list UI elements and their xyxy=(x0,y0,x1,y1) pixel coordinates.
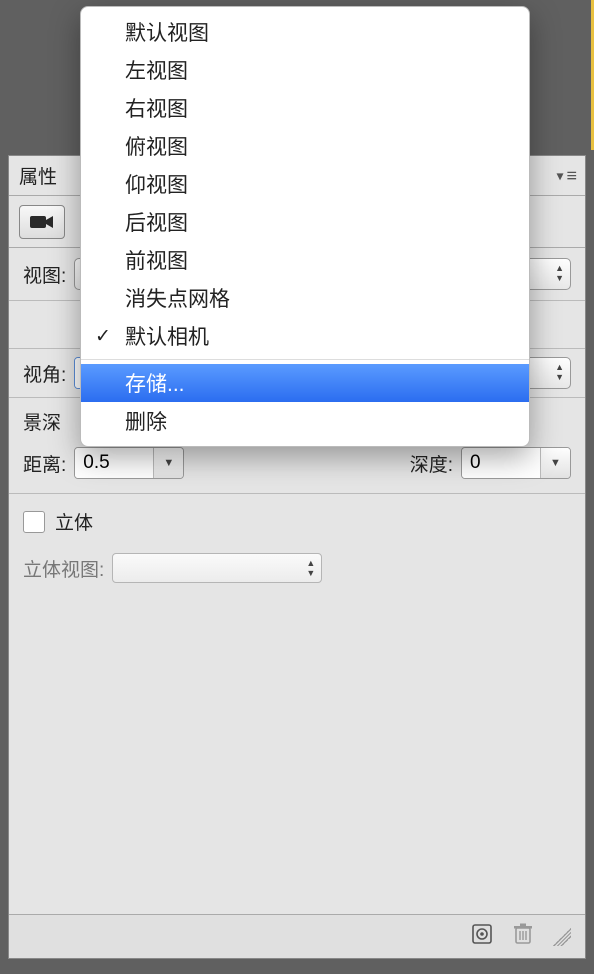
depth-input[interactable] xyxy=(462,448,540,478)
render-settings-button[interactable] xyxy=(471,923,493,950)
panel-title: 属性 xyxy=(19,162,57,189)
menu-item[interactable]: 默认相机 xyxy=(81,317,529,355)
menu-item[interactable]: 默认视图 xyxy=(81,13,529,51)
dropdown-arrows-icon: ▲▼ xyxy=(306,558,315,578)
menu-item[interactable]: 存储... xyxy=(81,364,529,402)
menu-item[interactable]: 前视图 xyxy=(81,241,529,279)
panel-flyout-menu-button[interactable] xyxy=(556,165,577,186)
stereo-label: 立体 xyxy=(55,508,93,535)
menu-item[interactable]: 俯视图 xyxy=(81,127,529,165)
fov-label: 视角: xyxy=(23,360,66,387)
menu-item[interactable]: 消失点网格 xyxy=(81,279,529,317)
resize-grip[interactable] xyxy=(553,928,571,946)
panel-footer xyxy=(9,914,585,958)
depth-dropdown-button[interactable]: ▼ xyxy=(540,448,570,478)
distance-input[interactable] xyxy=(75,448,153,478)
depth-label: 深度: xyxy=(410,450,453,477)
distance-label: 距离: xyxy=(23,450,66,477)
stereo-checkbox[interactable] xyxy=(23,511,45,533)
menu-item[interactable]: 删除 xyxy=(81,402,529,440)
stereo-section: 立体 立体视图: ▲▼ xyxy=(9,494,585,597)
dropdown-arrows-icon: ▲▼ xyxy=(555,362,564,382)
view-label: 视图: xyxy=(23,261,66,288)
dropdown-arrows-icon: ▲▼ xyxy=(555,263,564,283)
menu-separator xyxy=(81,359,529,360)
menu-item[interactable]: 右视图 xyxy=(81,89,529,127)
menu-item[interactable]: 左视图 xyxy=(81,51,529,89)
depth-combo[interactable]: ▼ xyxy=(461,447,571,479)
stereo-view-label: 立体视图: xyxy=(23,555,104,582)
distance-dropdown-button[interactable]: ▼ xyxy=(153,448,183,478)
camera-mode-button[interactable] xyxy=(19,205,65,239)
camcorder-icon xyxy=(30,214,54,230)
stereo-view-select[interactable]: ▲▼ xyxy=(112,553,322,583)
view-preset-menu: 默认视图左视图右视图俯视图仰视图后视图前视图消失点网格默认相机 存储...删除 xyxy=(80,6,530,447)
menu-item[interactable]: 后视图 xyxy=(81,203,529,241)
delete-button[interactable] xyxy=(513,923,533,950)
distance-combo[interactable]: ▼ xyxy=(74,447,184,479)
menu-item[interactable]: 仰视图 xyxy=(81,165,529,203)
